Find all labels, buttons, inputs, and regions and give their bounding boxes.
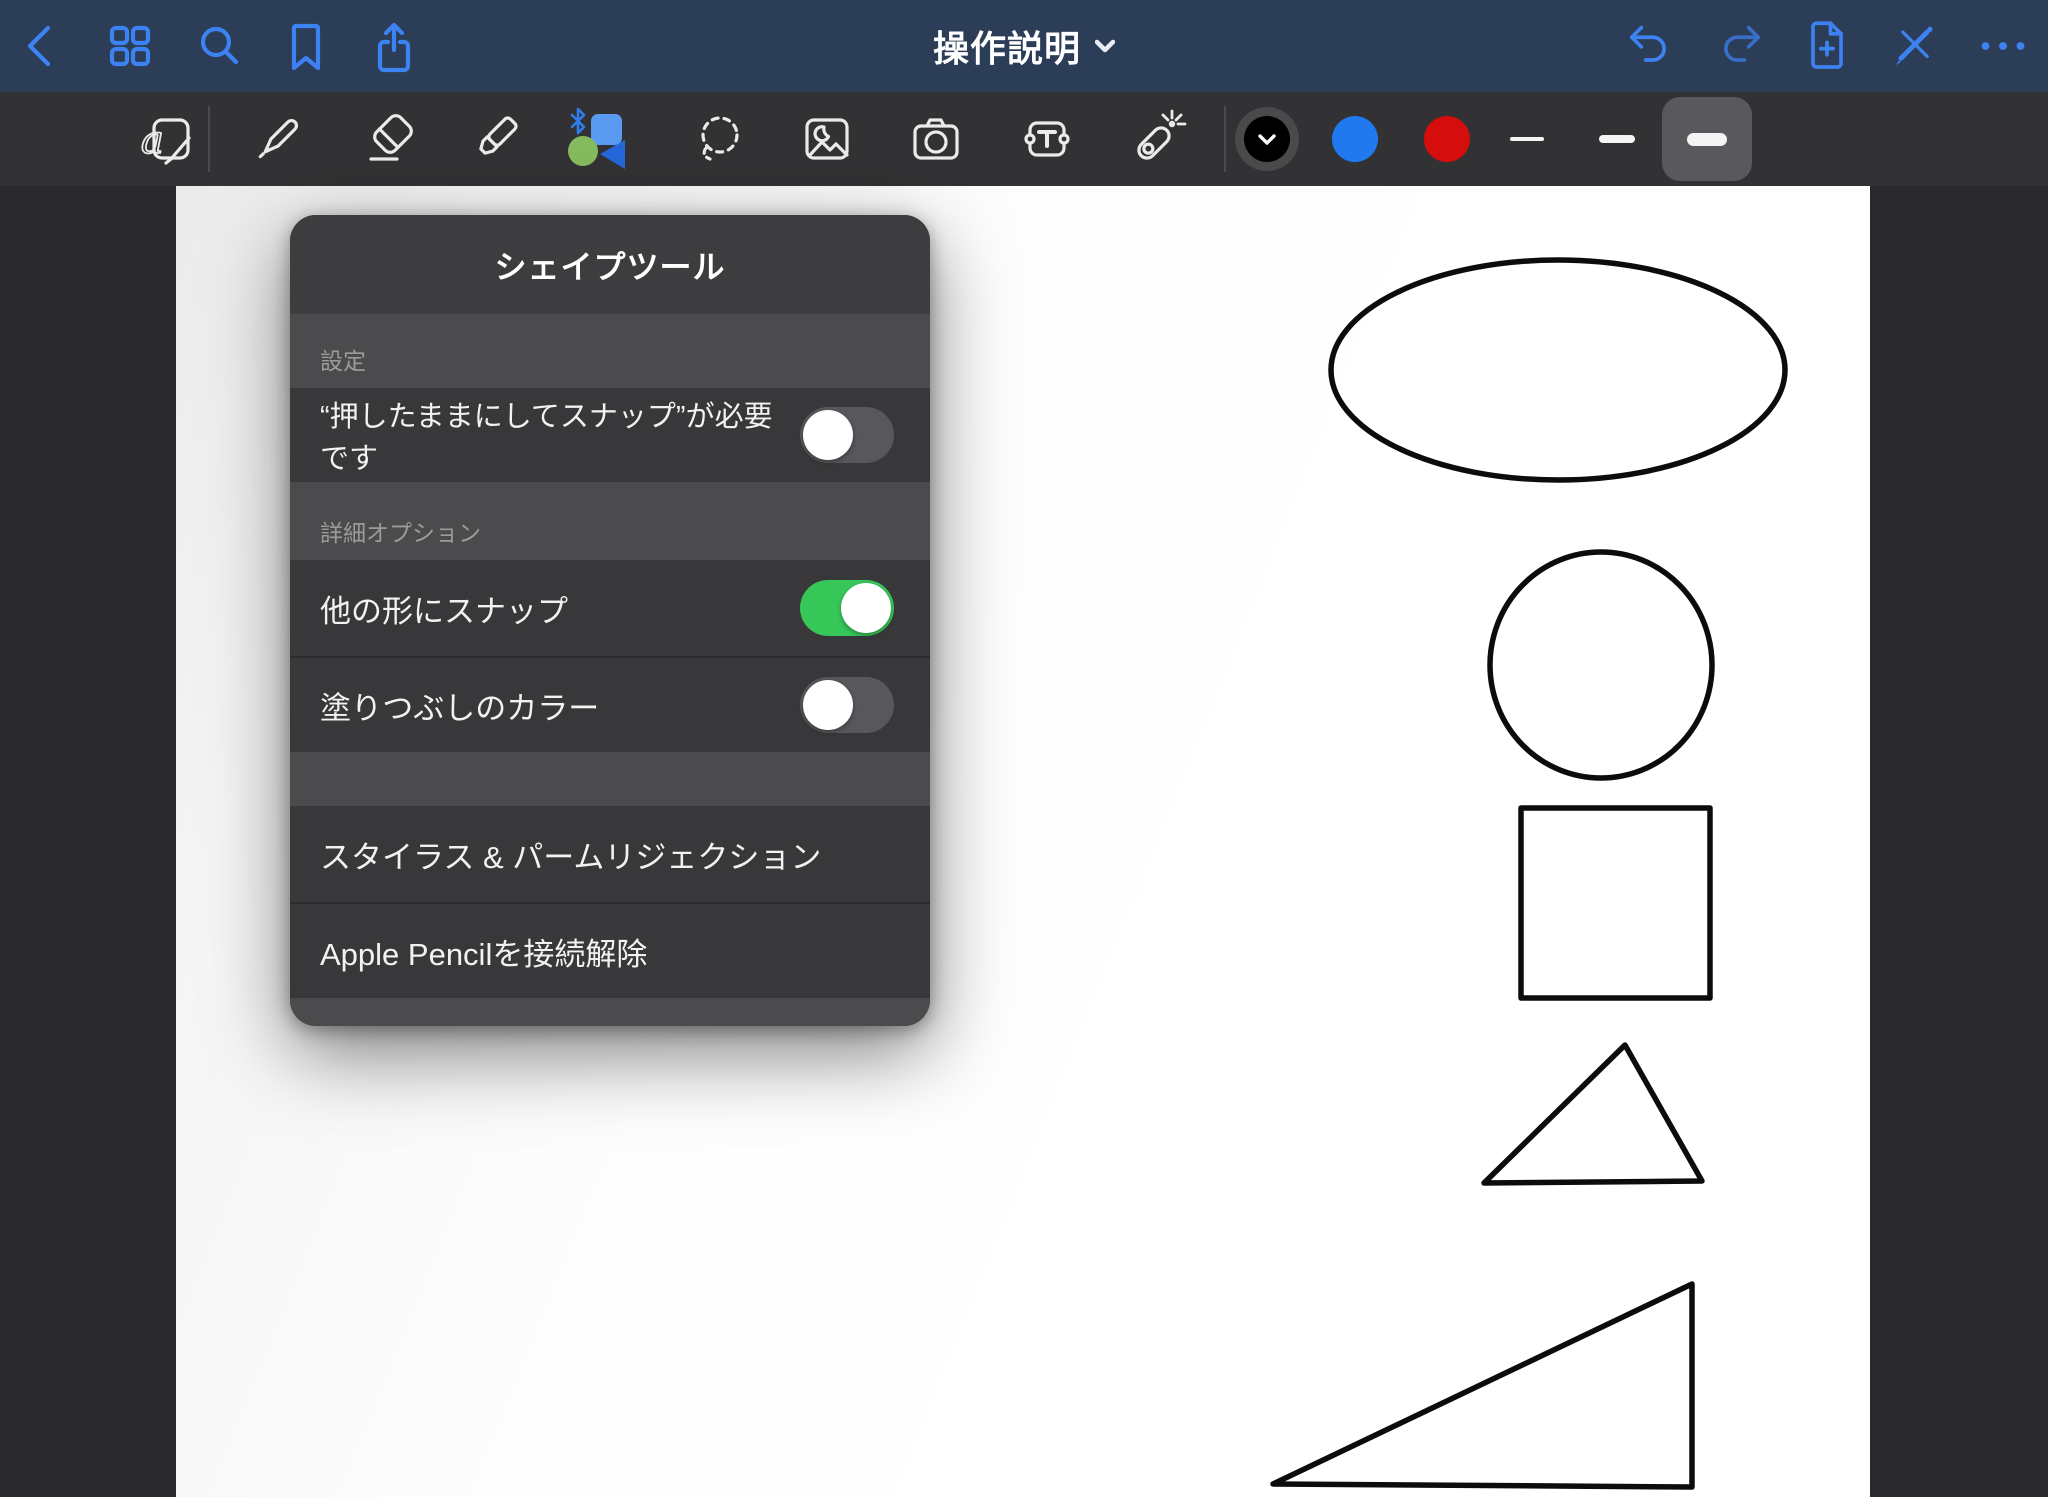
hold-to-snap-toggle[interactable] [800,407,894,463]
image-icon [795,107,859,171]
back-button[interactable] [14,18,70,74]
stroke-thick-button[interactable] [1662,97,1752,181]
shape-tool-popover: シェイプツール 設定 “押したままにしてスナップ”が必要です 詳細オプション 他… [290,215,930,1026]
redo-icon [1711,18,1767,74]
page-title: 操作説明 [933,20,1081,72]
tools-toolbar: a [0,92,2048,186]
chevron-down-icon [1257,133,1277,146]
row-hold-to-snap: “押したままにしてスナップ”が必要です [290,388,930,482]
redo-button[interactable] [1711,18,1767,74]
popover-title: シェイプツール [290,215,930,314]
disconnect-apple-pencil-button[interactable]: Apple Pencilを接続解除 [290,902,930,998]
laser-pointer-icon [1124,107,1188,171]
popover-arrow [830,215,900,216]
row-label: 塗りつぶしのカラー [320,683,800,728]
search-button[interactable] [190,18,246,74]
undo-button[interactable] [1623,18,1679,74]
popover-footer [290,998,930,1026]
pen-mode-toggle-button[interactable] [1887,18,1943,74]
stroke-medium-button[interactable] [1572,97,1662,181]
top-nav-bar: 操作説明 [0,0,2048,92]
toggle-knob [803,680,853,730]
stroke-width-options [1479,97,1752,181]
highlighter-tool-button[interactable] [463,107,527,171]
color-swatches [1226,107,1479,171]
stroke-thin-button[interactable] [1482,97,1572,181]
row-label: “押したままにしてスナップ”が必要です [320,393,800,477]
laser-pointer-button[interactable] [1124,107,1188,171]
share-button[interactable] [366,18,422,74]
section-header-settings: 設定 [290,314,930,388]
color-swatch-black[interactable] [1235,107,1299,171]
thumbnails-button[interactable] [102,18,158,74]
svg-text:a: a [141,118,164,162]
section-header-advanced: 詳細オプション [290,482,930,560]
search-icon [190,18,246,74]
pen-mode-off-icon [1887,18,1943,74]
eraser-tool-button[interactable] [359,107,423,171]
drawn-shape [1490,552,1712,778]
color-swatch-red[interactable] [1415,107,1479,171]
pen-icon [246,107,310,171]
undo-icon [1623,18,1679,74]
stylus-palm-rejection-button[interactable]: スタイラス & パームリジェクション [290,806,930,902]
image-tool-button[interactable] [795,107,859,171]
button-label: スタイラス & パームリジェクション [320,832,894,877]
add-page-icon [1799,18,1855,74]
bookmark-button[interactable] [278,18,334,74]
eraser-icon [359,107,423,171]
back-icon [14,18,70,74]
reading-mode-button[interactable]: a [136,107,200,171]
fill-color-toggle[interactable] [800,677,894,733]
toggle-knob [803,410,853,460]
text-tool-icon [1015,107,1079,171]
shape-tool-button[interactable] [564,107,628,171]
lasso-tool-button[interactable] [688,107,752,171]
text-tool-button[interactable] [1015,107,1079,171]
row-snap-to-shapes: 他の形にスナップ [290,560,930,656]
button-label: Apple Pencilを接続解除 [320,929,894,974]
drawn-shape [1331,260,1785,480]
row-fill-color: 塗りつぶしのカラー [290,656,930,752]
drawn-shape [1273,1284,1692,1487]
bookmark-icon [278,18,334,74]
share-icon [366,18,422,74]
thumbnails-grid-icon [102,18,158,74]
document-title-button[interactable]: 操作説明 [933,0,1115,92]
more-button[interactable] [1975,18,2031,74]
reading-mode-icon: a [136,107,200,171]
toggle-knob [841,583,891,633]
row-label: 他の形にスナップ [320,586,800,631]
add-page-button[interactable] [1799,18,1855,74]
highlighter-icon [463,107,527,171]
more-icon [1975,18,2031,74]
chevron-down-icon [1095,39,1115,53]
shape-tool-icon [564,107,628,171]
section-spacer [290,752,930,806]
snap-to-shapes-toggle[interactable] [800,580,894,636]
lasso-icon [688,107,752,171]
toolbar-separator [208,106,210,172]
document-stage: シェイプツール 設定 “押したままにしてスナップ”が必要です 詳細オプション 他… [0,186,2048,1497]
camera-icon [904,107,968,171]
drawn-shape [1484,1045,1702,1183]
pen-tool-button[interactable] [246,107,310,171]
color-swatch-blue[interactable] [1323,107,1387,171]
camera-tool-button[interactable] [904,107,968,171]
drawn-shape [1521,808,1710,998]
